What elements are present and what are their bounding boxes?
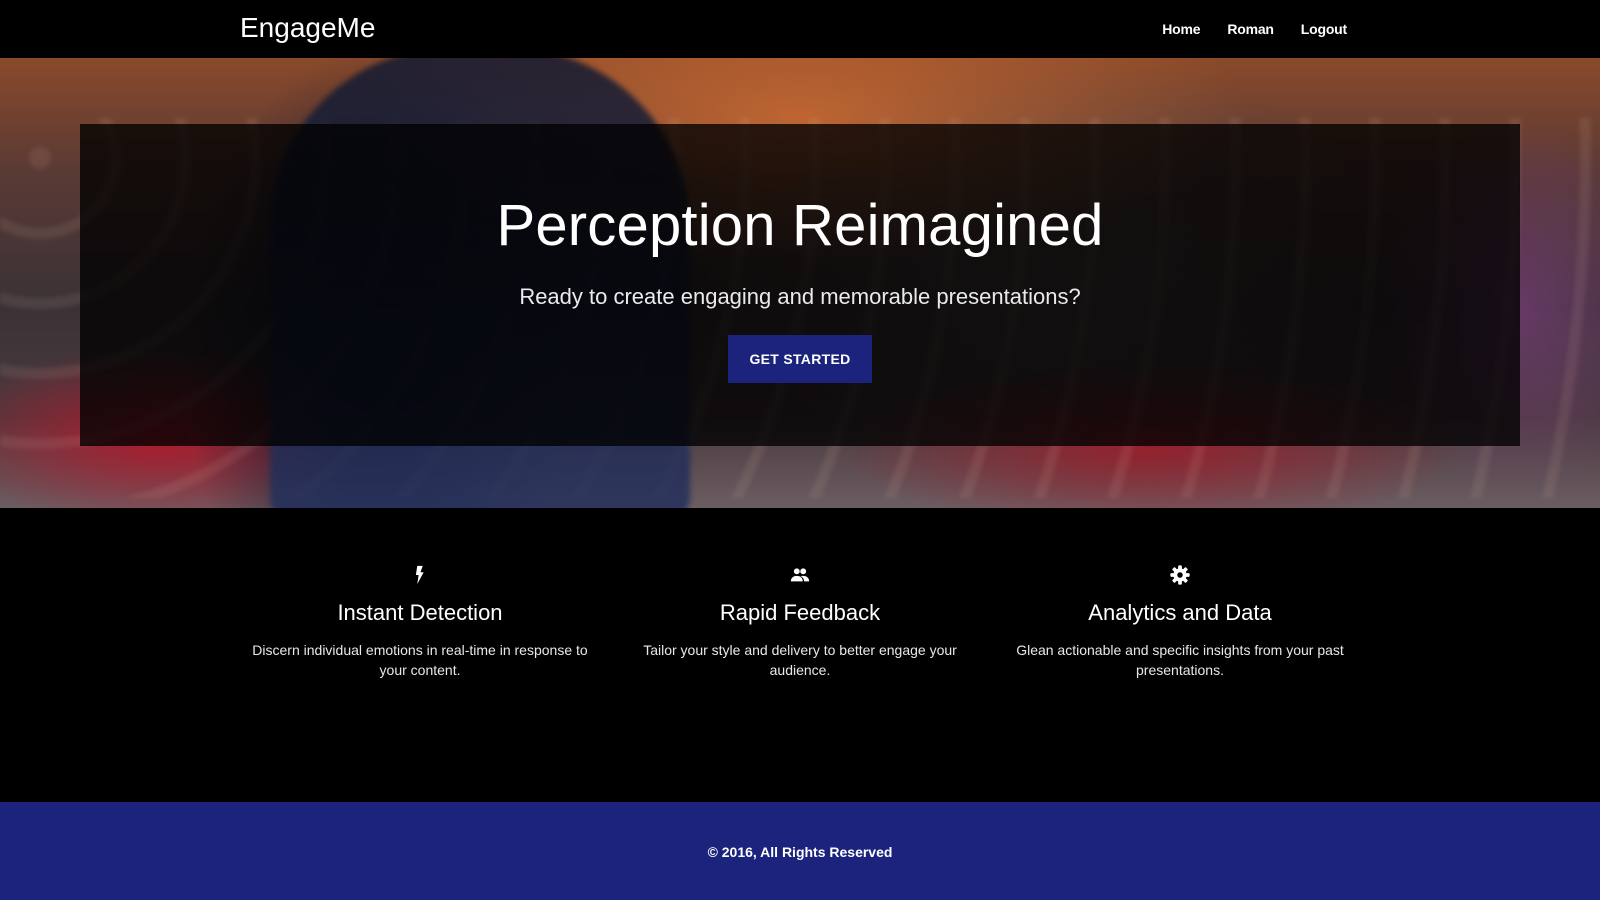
feature-instant-detection: Instant Detection Discern individual emo… bbox=[240, 564, 600, 680]
feature-description: Glean actionable and specific insights f… bbox=[1016, 642, 1344, 678]
get-started-button[interactable]: GET STARTED bbox=[728, 335, 872, 383]
hero-title: Perception Reimagined bbox=[496, 193, 1104, 258]
brand-logo[interactable]: EngageMe bbox=[240, 10, 375, 46]
feature-description: Tailor your style and delivery to better… bbox=[643, 642, 957, 678]
feature-title: Instant Detection bbox=[337, 600, 503, 625]
feature-title: Analytics and Data bbox=[1088, 600, 1272, 625]
features-section: Instant Detection Discern individual emo… bbox=[0, 508, 1600, 802]
feature-description: Discern individual emotions in real-time… bbox=[252, 642, 588, 678]
feature-rapid-feedback: Rapid Feedback Tailor your style and del… bbox=[620, 564, 980, 680]
lightning-icon bbox=[415, 565, 424, 585]
people-icon bbox=[790, 568, 810, 582]
hero-overlay-box: Perception Reimagined Ready to create en… bbox=[80, 124, 1520, 446]
gear-icon bbox=[1170, 565, 1190, 585]
nav-home-link[interactable]: Home bbox=[1162, 21, 1200, 37]
top-navbar: EngageMe Home Roman Logout bbox=[0, 0, 1600, 58]
nav-logout-link[interactable]: Logout bbox=[1301, 21, 1347, 37]
feature-title: Rapid Feedback bbox=[719, 600, 881, 625]
copyright-text: © 2016, All Rights Reserved bbox=[707, 844, 893, 860]
hero-subtitle: Ready to create engaging and memorable p… bbox=[519, 284, 1081, 309]
hero-section: Perception Reimagined Ready to create en… bbox=[0, 58, 1600, 508]
page-footer: © 2016, All Rights Reserved bbox=[0, 802, 1600, 900]
nav-links: Home Roman Logout bbox=[1162, 0, 1347, 58]
feature-analytics-data: Analytics and Data Glean actionable and … bbox=[1000, 564, 1360, 680]
nav-user-link[interactable]: Roman bbox=[1227, 21, 1274, 37]
